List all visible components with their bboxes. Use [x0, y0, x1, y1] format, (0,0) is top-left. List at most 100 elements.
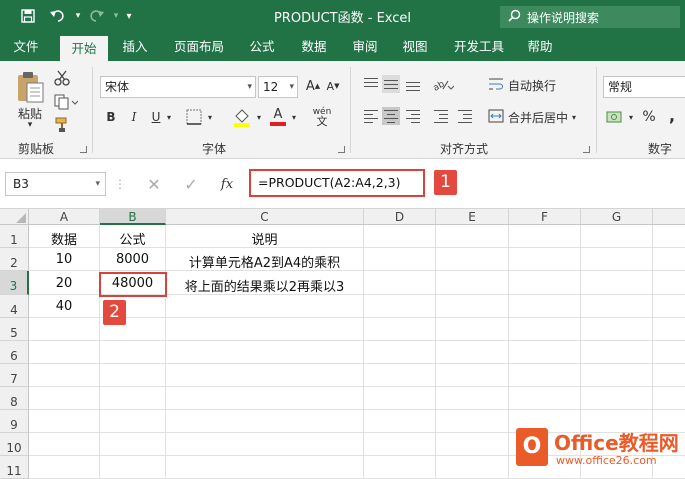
tab-formulas[interactable]: 公式 [240, 33, 284, 61]
merge-center-button[interactable]: 合并后居中 ▾ [488, 107, 580, 127]
cell-c1[interactable]: 说明 [166, 229, 363, 248]
divider [92, 67, 93, 153]
callout-badge: 1 [434, 170, 457, 195]
align-center-icon[interactable] [382, 107, 400, 125]
chevron-down-icon[interactable]: ▾ [626, 108, 636, 126]
name-box[interactable]: B3 ▾ [5, 172, 106, 196]
cell-c2[interactable]: 计算单元格A2到A4的乘积 [166, 252, 363, 271]
tab-home[interactable]: 开始 [60, 36, 108, 61]
chevron-down-icon[interactable]: ▾ [289, 108, 299, 126]
row-header[interactable]: 9 [0, 410, 29, 433]
borders-icon[interactable] [184, 107, 204, 127]
row-header[interactable]: 7 [0, 364, 29, 387]
chevron-down-icon[interactable]: ▾ [164, 108, 174, 126]
column-header[interactable]: D [364, 209, 436, 225]
fill-color-icon[interactable] [231, 106, 253, 128]
font-size-select[interactable]: 12 ▾ [258, 76, 298, 98]
number-format-value: 常规 [608, 80, 633, 94]
format-painter-icon[interactable] [52, 116, 72, 134]
wrap-text-label: 自动换行 [508, 78, 557, 93]
accounting-format-icon[interactable] [604, 107, 626, 127]
font-launcher-icon[interactable] [338, 146, 345, 153]
tab-file[interactable]: 文件 [4, 33, 48, 61]
row-header[interactable]: 5 [0, 318, 29, 341]
tab-data[interactable]: 数据 [292, 33, 336, 61]
column-header[interactable]: A [29, 209, 100, 225]
alignment-group-label: 对齐方式 [440, 142, 489, 156]
cell-b1[interactable]: 公式 [100, 229, 165, 248]
paste-dropdown-icon[interactable]: ▾ [20, 119, 40, 131]
tab-developer[interactable]: 开发工具 [446, 33, 512, 61]
wrap-text-button[interactable]: 自动换行 [488, 75, 564, 95]
align-left-icon[interactable] [362, 107, 380, 125]
chevron-down-icon: ▾ [95, 179, 100, 189]
comma-style-button[interactable]: , [664, 105, 680, 125]
splitter-handle[interactable]: ⋮ [114, 175, 126, 193]
paste-icon[interactable] [12, 69, 48, 105]
phonetic-button[interactable]: wén 文 [308, 106, 336, 128]
cell-a1[interactable]: 数据 [29, 229, 99, 248]
tab-view[interactable]: 视图 [393, 33, 437, 61]
font-color-button[interactable]: A [268, 105, 288, 127]
increase-indent-icon[interactable] [456, 107, 474, 125]
orientation-icon[interactable]: ab [430, 75, 456, 93]
cell-a3[interactable]: 20 [29, 276, 99, 291]
underline-button[interactable]: U [148, 108, 164, 126]
tab-help[interactable]: 帮助 [518, 33, 562, 61]
cell-a2[interactable]: 10 [29, 252, 99, 267]
bold-button[interactable]: B [103, 108, 119, 126]
tab-insert[interactable]: 插入 [112, 33, 158, 61]
row-header[interactable]: 8 [0, 387, 29, 410]
formula-bar: B3 ▾ ⋮ ✕ ✓ fx =PRODUCT(A2:A4,2,3) 1 [0, 159, 685, 209]
tab-page-layout[interactable]: 页面布局 [166, 33, 232, 61]
font-name-select[interactable]: 宋体 ▾ [100, 76, 256, 98]
column-header[interactable]: F [509, 209, 581, 225]
column-header[interactable]: E [436, 209, 509, 225]
grow-font-icon[interactable]: A ▲ [304, 77, 322, 95]
insert-function-button[interactable]: fx [216, 173, 238, 195]
column-header[interactable] [653, 209, 685, 225]
alignment-launcher-icon[interactable] [583, 146, 590, 153]
cell-b2[interactable]: 8000 [100, 252, 165, 267]
italic-button[interactable]: I [126, 108, 142, 126]
row-header[interactable]: 10 [0, 433, 29, 456]
clipboard-launcher-icon[interactable] [80, 146, 87, 153]
percent-style-button[interactable]: % [640, 107, 658, 127]
column-header[interactable]: C [166, 209, 364, 225]
shrink-font-icon[interactable]: A ▼ [324, 77, 342, 95]
align-middle-icon[interactable] [382, 75, 400, 93]
decrease-indent-icon[interactable] [432, 107, 450, 125]
enter-icon[interactable]: ✓ [180, 173, 202, 195]
align-top-icon[interactable] [362, 75, 380, 93]
column-header[interactable]: G [581, 209, 653, 225]
row-header[interactable]: 6 [0, 341, 29, 364]
gridline [29, 409, 685, 410]
row-header[interactable]: 3 [0, 271, 29, 295]
chevron-down-icon: ▾ [247, 82, 252, 92]
tab-review[interactable]: 审阅 [343, 33, 387, 61]
cut-icon[interactable] [52, 69, 72, 87]
formula-input[interactable]: =PRODUCT(A2:A4,2,3) [249, 169, 425, 197]
font-color-swatch [270, 121, 286, 126]
chevron-down-icon[interactable]: ▾ [254, 108, 264, 126]
column-header[interactable]: B [100, 209, 166, 225]
font-name-value: 宋体 [105, 80, 130, 94]
select-all-button[interactable] [0, 209, 29, 225]
cancel-icon[interactable]: ✕ [143, 173, 165, 195]
row-header[interactable]: 4 [0, 295, 29, 318]
worksheet-grid[interactable]: A B C D E F G 1 2 3 4 5 6 7 8 9 10 11 数据… [0, 209, 685, 479]
cell-c3[interactable]: 将上面的结果乘以2再乘以3 [166, 276, 363, 295]
number-format-select[interactable]: 常规 [603, 76, 685, 98]
copy-icon[interactable] [52, 93, 80, 111]
title-bar: ▾ ▾ ▾ PRODUCT函数 - Excel 操作说明搜索 [0, 0, 685, 33]
row-header[interactable]: 11 [0, 456, 29, 479]
tell-me-search[interactable]: 操作说明搜索 [500, 6, 680, 28]
chevron-down-icon[interactable]: ▾ [205, 108, 215, 126]
align-right-icon[interactable] [404, 107, 422, 125]
cell-a4[interactable]: 40 [29, 299, 99, 314]
align-bottom-icon[interactable] [404, 75, 422, 93]
merge-center-label: 合并后居中 [508, 110, 569, 125]
row-header[interactable]: 2 [0, 248, 29, 271]
selected-cell-highlight [99, 272, 167, 297]
row-header[interactable]: 1 [0, 225, 29, 248]
